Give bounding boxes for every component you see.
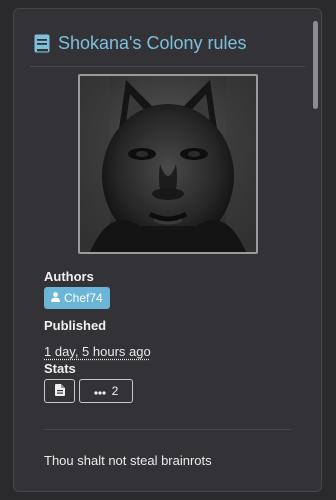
stats-label: Stats xyxy=(44,361,76,376)
post-title[interactable]: Shokana's Colony rules xyxy=(58,33,247,54)
view-source-button[interactable] xyxy=(44,379,75,403)
more-dots-icon xyxy=(94,384,106,398)
user-icon xyxy=(51,291,60,305)
post-card: Shokana's Colony rules Authors Chef74 Pu… xyxy=(13,8,322,492)
published-time[interactable]: 1 day, 5 hours ago xyxy=(44,344,151,359)
post-image[interactable] xyxy=(78,74,258,254)
divider xyxy=(44,429,291,430)
comment-count: 2 xyxy=(111,384,119,398)
comments-button[interactable]: 2 xyxy=(79,379,133,403)
author-badge[interactable]: Chef74 xyxy=(44,287,110,309)
published-label: Published xyxy=(44,318,107,333)
scrollbar[interactable] xyxy=(313,21,318,109)
book-icon xyxy=(34,34,50,53)
post-body: Thou shalt not steal brainrots xyxy=(44,453,212,468)
author-name: Chef74 xyxy=(64,291,103,305)
divider xyxy=(30,66,305,67)
post-header: Shokana's Colony rules xyxy=(34,29,247,57)
document-icon xyxy=(54,383,65,399)
authors-label: Authors xyxy=(44,269,94,284)
